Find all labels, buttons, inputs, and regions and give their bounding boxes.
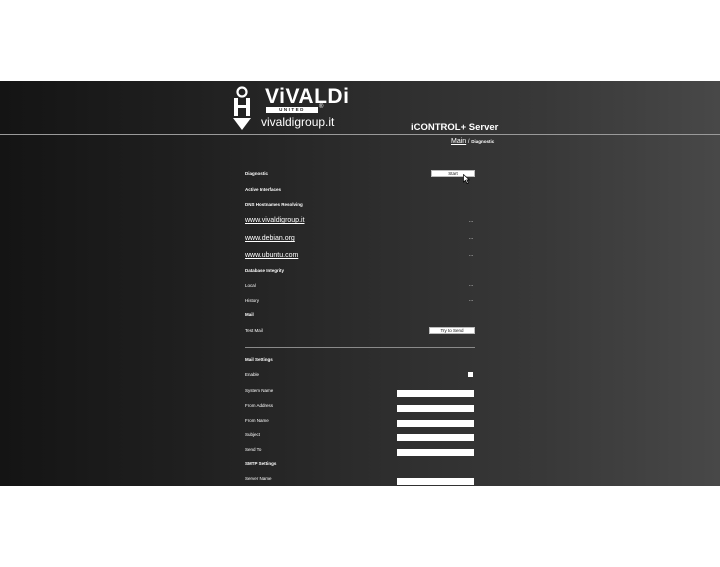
- enable-label: Enable: [245, 372, 260, 377]
- mail-settings-label: Mail Settings: [245, 357, 273, 362]
- section-divider: [245, 347, 475, 348]
- smtp-settings-label: SMTP Settings: [245, 461, 277, 466]
- system-name-label: System Name: [245, 388, 274, 393]
- dns-host-status: ...: [469, 235, 474, 241]
- test-mail-label: Test Mail: [245, 328, 263, 333]
- database-integrity-label: Database Integrity: [245, 268, 285, 273]
- breadcrumb-main-link[interactable]: Main: [451, 138, 466, 145]
- send-to-input[interactable]: [397, 449, 474, 456]
- send-to-label: Send To: [245, 447, 262, 452]
- enable-checkbox[interactable]: [468, 372, 473, 377]
- header-divider: [0, 134, 720, 135]
- from-name-label: From Name: [245, 418, 269, 423]
- from-address-input[interactable]: [397, 405, 474, 412]
- mouse-cursor-icon: [463, 174, 470, 184]
- dns-resolving-label: DNS Hostnames Resolving: [245, 202, 303, 207]
- system-name-input[interactable]: [397, 390, 474, 397]
- server-name-input[interactable]: [397, 478, 474, 485]
- database-local-label: Local: [245, 283, 256, 288]
- dns-host-link[interactable]: www.ubuntu.com: [245, 251, 298, 260]
- server-name-label: Server Name: [245, 476, 272, 481]
- subject-label: Subject: [245, 432, 261, 437]
- breadcrumb-separator: /: [467, 139, 470, 145]
- mail-label: Mail: [245, 312, 254, 317]
- database-local-status: ...: [469, 282, 474, 288]
- from-name-input[interactable]: [397, 420, 474, 427]
- dns-host-status: ...: [469, 218, 474, 224]
- brand-subtitle: UNITED GROUP: [266, 107, 318, 118]
- try-to-send-button[interactable]: Try to Send: [429, 327, 475, 334]
- brand-name: ViVALDi: [265, 85, 350, 108]
- database-history-label: History: [245, 298, 260, 303]
- subject-input[interactable]: [397, 434, 474, 441]
- database-history-status: ...: [469, 297, 474, 303]
- active-interfaces-label: Active Interfaces: [245, 187, 282, 192]
- dns-host-link[interactable]: www.vivaldigroup.it: [245, 216, 305, 225]
- registered-mark: ®: [319, 104, 324, 110]
- page-title: iCONTROL+ Server: [411, 122, 499, 133]
- dns-host-link[interactable]: www.debian.org: [245, 234, 295, 243]
- dns-host-status: ...: [469, 252, 474, 258]
- brand-url: vivaldigroup.it: [261, 115, 335, 129]
- browser-viewport: ViVALDi ® UNITED GROUP vivaldigroup.it i…: [0, 81, 720, 486]
- from-address-label: From Address: [245, 403, 274, 408]
- breadcrumb: Main / Diagnostic: [451, 138, 494, 146]
- breadcrumb-current: Diagnostic: [471, 139, 495, 144]
- diagnostic-label: Diagnostic: [245, 171, 269, 176]
